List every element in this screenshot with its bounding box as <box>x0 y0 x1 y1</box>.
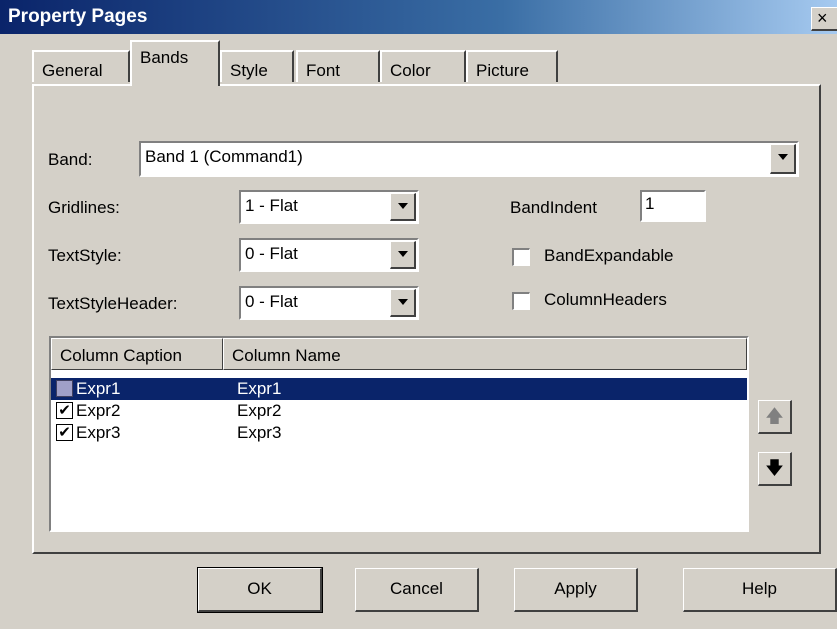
band-expandable-checkbox[interactable] <box>512 248 530 266</box>
row-checkbox[interactable]: ✔ <box>56 424 73 441</box>
band-value: Band 1 (Command1) <box>145 147 303 166</box>
gridlines-combo[interactable]: 1 - Flat <box>239 190 419 224</box>
column-header-caption[interactable]: Column Caption <box>51 338 223 370</box>
row-checkbox[interactable]: ✔ <box>56 402 73 419</box>
column-header-name[interactable]: Column Name <box>223 338 747 370</box>
list-item[interactable]: ✔ Expr2 Expr2 <box>51 400 747 422</box>
textstyle-header-value: 0 - Flat <box>245 292 298 311</box>
columns-list[interactable]: Column Caption Column Name Expr1 Expr1 ✔… <box>49 336 749 532</box>
gridlines-value: 1 - Flat <box>245 196 298 215</box>
arrow-up-icon: 🡅 <box>765 406 784 426</box>
textstyle-combo[interactable]: 0 - Flat <box>239 238 419 272</box>
textstyle-value: 0 - Flat <box>245 244 298 263</box>
chevron-down-icon[interactable] <box>390 193 416 221</box>
band-label: Band: <box>48 150 93 169</box>
band-combo[interactable]: Band 1 (Command1) <box>139 141 799 177</box>
band-expandable-label: BandExpandable <box>544 246 674 265</box>
band-indent-label: BandIndent <box>510 198 597 217</box>
column-headers-checkbox[interactable] <box>512 292 530 310</box>
textstyle-header-combo[interactable]: 0 - Flat <box>239 286 419 320</box>
move-up-button[interactable]: 🡅 <box>758 400 792 434</box>
chevron-down-icon[interactable] <box>390 241 416 269</box>
textstyle-label: TextStyle: <box>48 246 122 265</box>
arrow-down-icon: 🡇 <box>765 458 784 478</box>
chevron-down-icon[interactable] <box>390 289 416 317</box>
list-item[interactable]: Expr1 Expr1 <box>51 378 747 400</box>
column-headers-label: ColumnHeaders <box>544 290 667 309</box>
textstyle-header-label: TextStyleHeader: <box>48 294 178 313</box>
gridlines-label: Gridlines: <box>48 198 120 217</box>
move-down-button[interactable]: 🡇 <box>758 452 792 486</box>
band-indent-input[interactable]: 1 <box>640 190 706 222</box>
row-checkbox[interactable] <box>56 380 73 397</box>
list-item[interactable]: ✔ Expr3 Expr3 <box>51 422 747 444</box>
chevron-down-icon[interactable] <box>770 144 796 174</box>
